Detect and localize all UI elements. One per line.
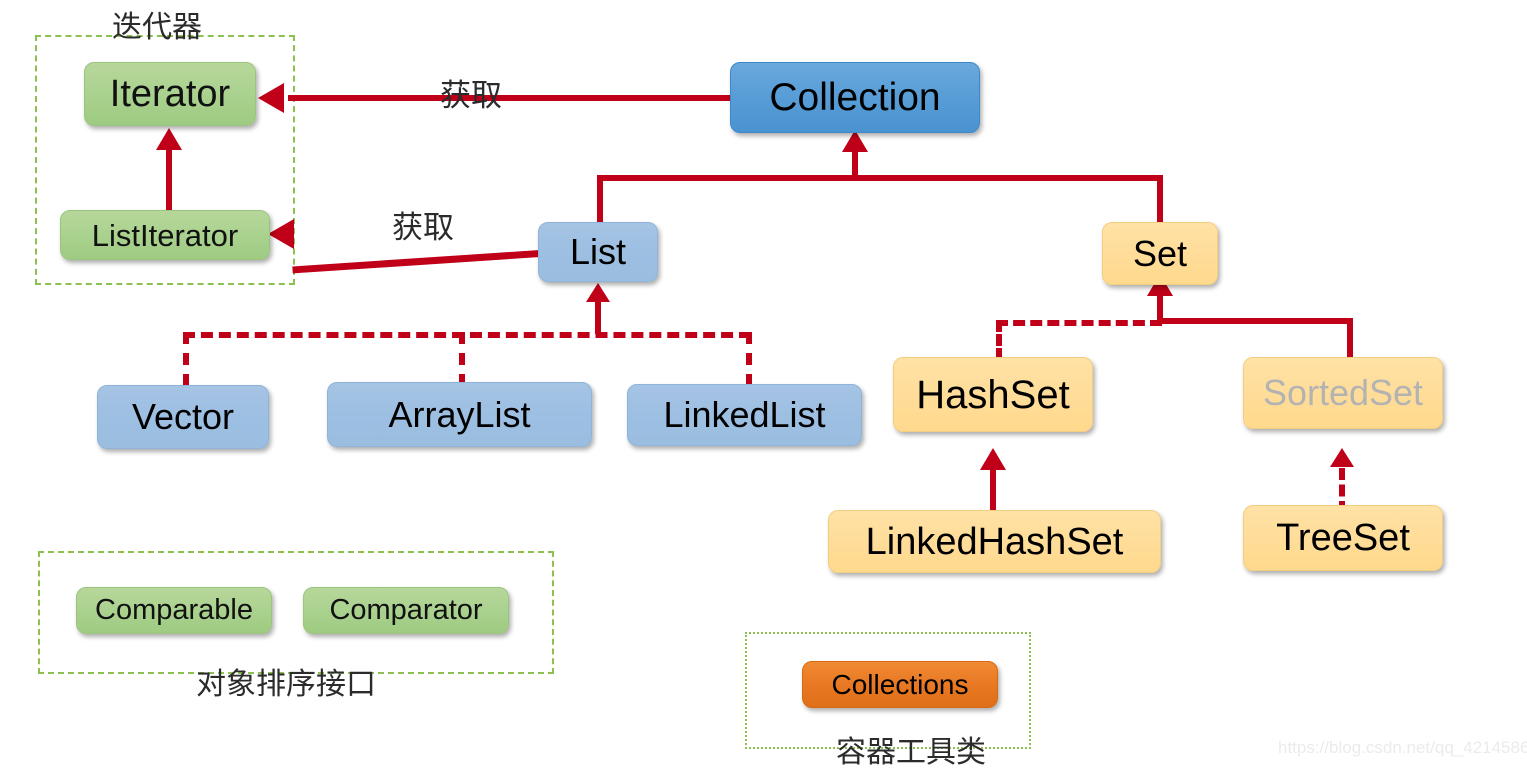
node-iterator[interactable]: Iterator — [84, 62, 256, 126]
node-set-label: Set — [1132, 232, 1188, 274]
edge-collection-branch-stem — [852, 148, 858, 178]
node-iterator-label: Iterator — [109, 73, 231, 115]
edge-sortedset-to-set-bar — [1157, 318, 1353, 324]
node-vector-label: Vector — [131, 396, 235, 437]
node-comparable-label: Comparable — [95, 594, 253, 626]
node-list-label: List — [569, 231, 627, 272]
node-array-list-label: ArrayList — [388, 393, 531, 435]
arrowhead-to-collection — [842, 130, 868, 152]
edge-list-implementations-bar — [183, 332, 751, 338]
node-list-iterator-label: ListIterator — [91, 217, 239, 253]
node-linked-hash-set[interactable]: LinkedHashSet — [828, 510, 1161, 573]
node-array-list[interactable]: ArrayList — [327, 382, 592, 447]
arrowhead-to-hashset — [980, 448, 1006, 470]
edge-collection-branch-bar — [597, 175, 1163, 181]
edge-drop-sortedset — [1347, 318, 1353, 360]
arrowhead-to-sortedset — [1330, 448, 1354, 467]
node-linked-list[interactable]: LinkedList — [627, 384, 862, 446]
edge-hashset-to-set-bar — [996, 320, 1162, 326]
arrowhead-list-to-listiterator — [268, 219, 294, 249]
edge-list-impl-stem — [595, 300, 601, 334]
node-linked-list-label: LinkedList — [663, 394, 826, 435]
node-linked-hash-set-label: LinkedHashSet — [865, 520, 1124, 563]
node-set[interactable]: Set — [1102, 222, 1218, 285]
edge-label-list-to-listiterator: 获取 — [392, 210, 454, 246]
edge-branch-to-set — [1157, 175, 1163, 227]
node-collection[interactable]: Collection — [730, 62, 980, 133]
node-comparable[interactable]: Comparable — [76, 587, 272, 634]
comparable-group-caption: 对象排序接口 — [196, 667, 376, 702]
diagram-canvas: 迭代器 对象排序接口 容器工具类 获取 获取 Iterator ListIter… — [0, 0, 1527, 769]
edge-list-to-listiterator — [292, 250, 541, 274]
node-collections[interactable]: Collections — [802, 661, 998, 708]
edge-drop-hashset — [996, 320, 1002, 360]
edge-drop-vector — [183, 332, 189, 386]
iterator-group-caption: 迭代器 — [112, 10, 202, 45]
node-sorted-set[interactable]: SortedSet — [1243, 357, 1443, 429]
collections-group-caption: 容器工具类 — [836, 735, 986, 769]
arrowhead-to-list — [586, 283, 610, 302]
node-tree-set-label: TreeSet — [1276, 517, 1410, 559]
node-tree-set[interactable]: TreeSet — [1243, 505, 1443, 571]
arrowhead-listiterator-to-iterator — [156, 128, 182, 150]
edge-linkedhashset-to-hashset — [990, 468, 996, 513]
edge-drop-arraylist — [459, 332, 465, 386]
node-hash-set-label: HashSet — [916, 372, 1070, 417]
edge-drop-linkedlist — [746, 332, 752, 386]
node-sorted-set-label: SortedSet — [1262, 372, 1424, 413]
watermark: https://blog.csdn.net/qq_42145862 — [1278, 738, 1527, 757]
node-collections-label: Collections — [831, 668, 969, 700]
node-list[interactable]: List — [538, 222, 658, 282]
node-vector[interactable]: Vector — [97, 385, 269, 449]
edge-collection-to-iterator — [288, 95, 730, 101]
node-hash-set[interactable]: HashSet — [893, 357, 1093, 432]
node-collection-label: Collection — [769, 76, 941, 119]
edge-branch-to-list — [597, 175, 603, 227]
node-comparator[interactable]: Comparator — [303, 587, 509, 634]
node-comparator-label: Comparator — [329, 594, 483, 626]
arrowhead-collection-to-iterator — [258, 83, 284, 113]
edge-listiterator-to-iterator — [166, 150, 172, 212]
node-list-iterator[interactable]: ListIterator — [60, 210, 270, 260]
edge-label-collection-to-iterator: 获取 — [440, 78, 502, 114]
